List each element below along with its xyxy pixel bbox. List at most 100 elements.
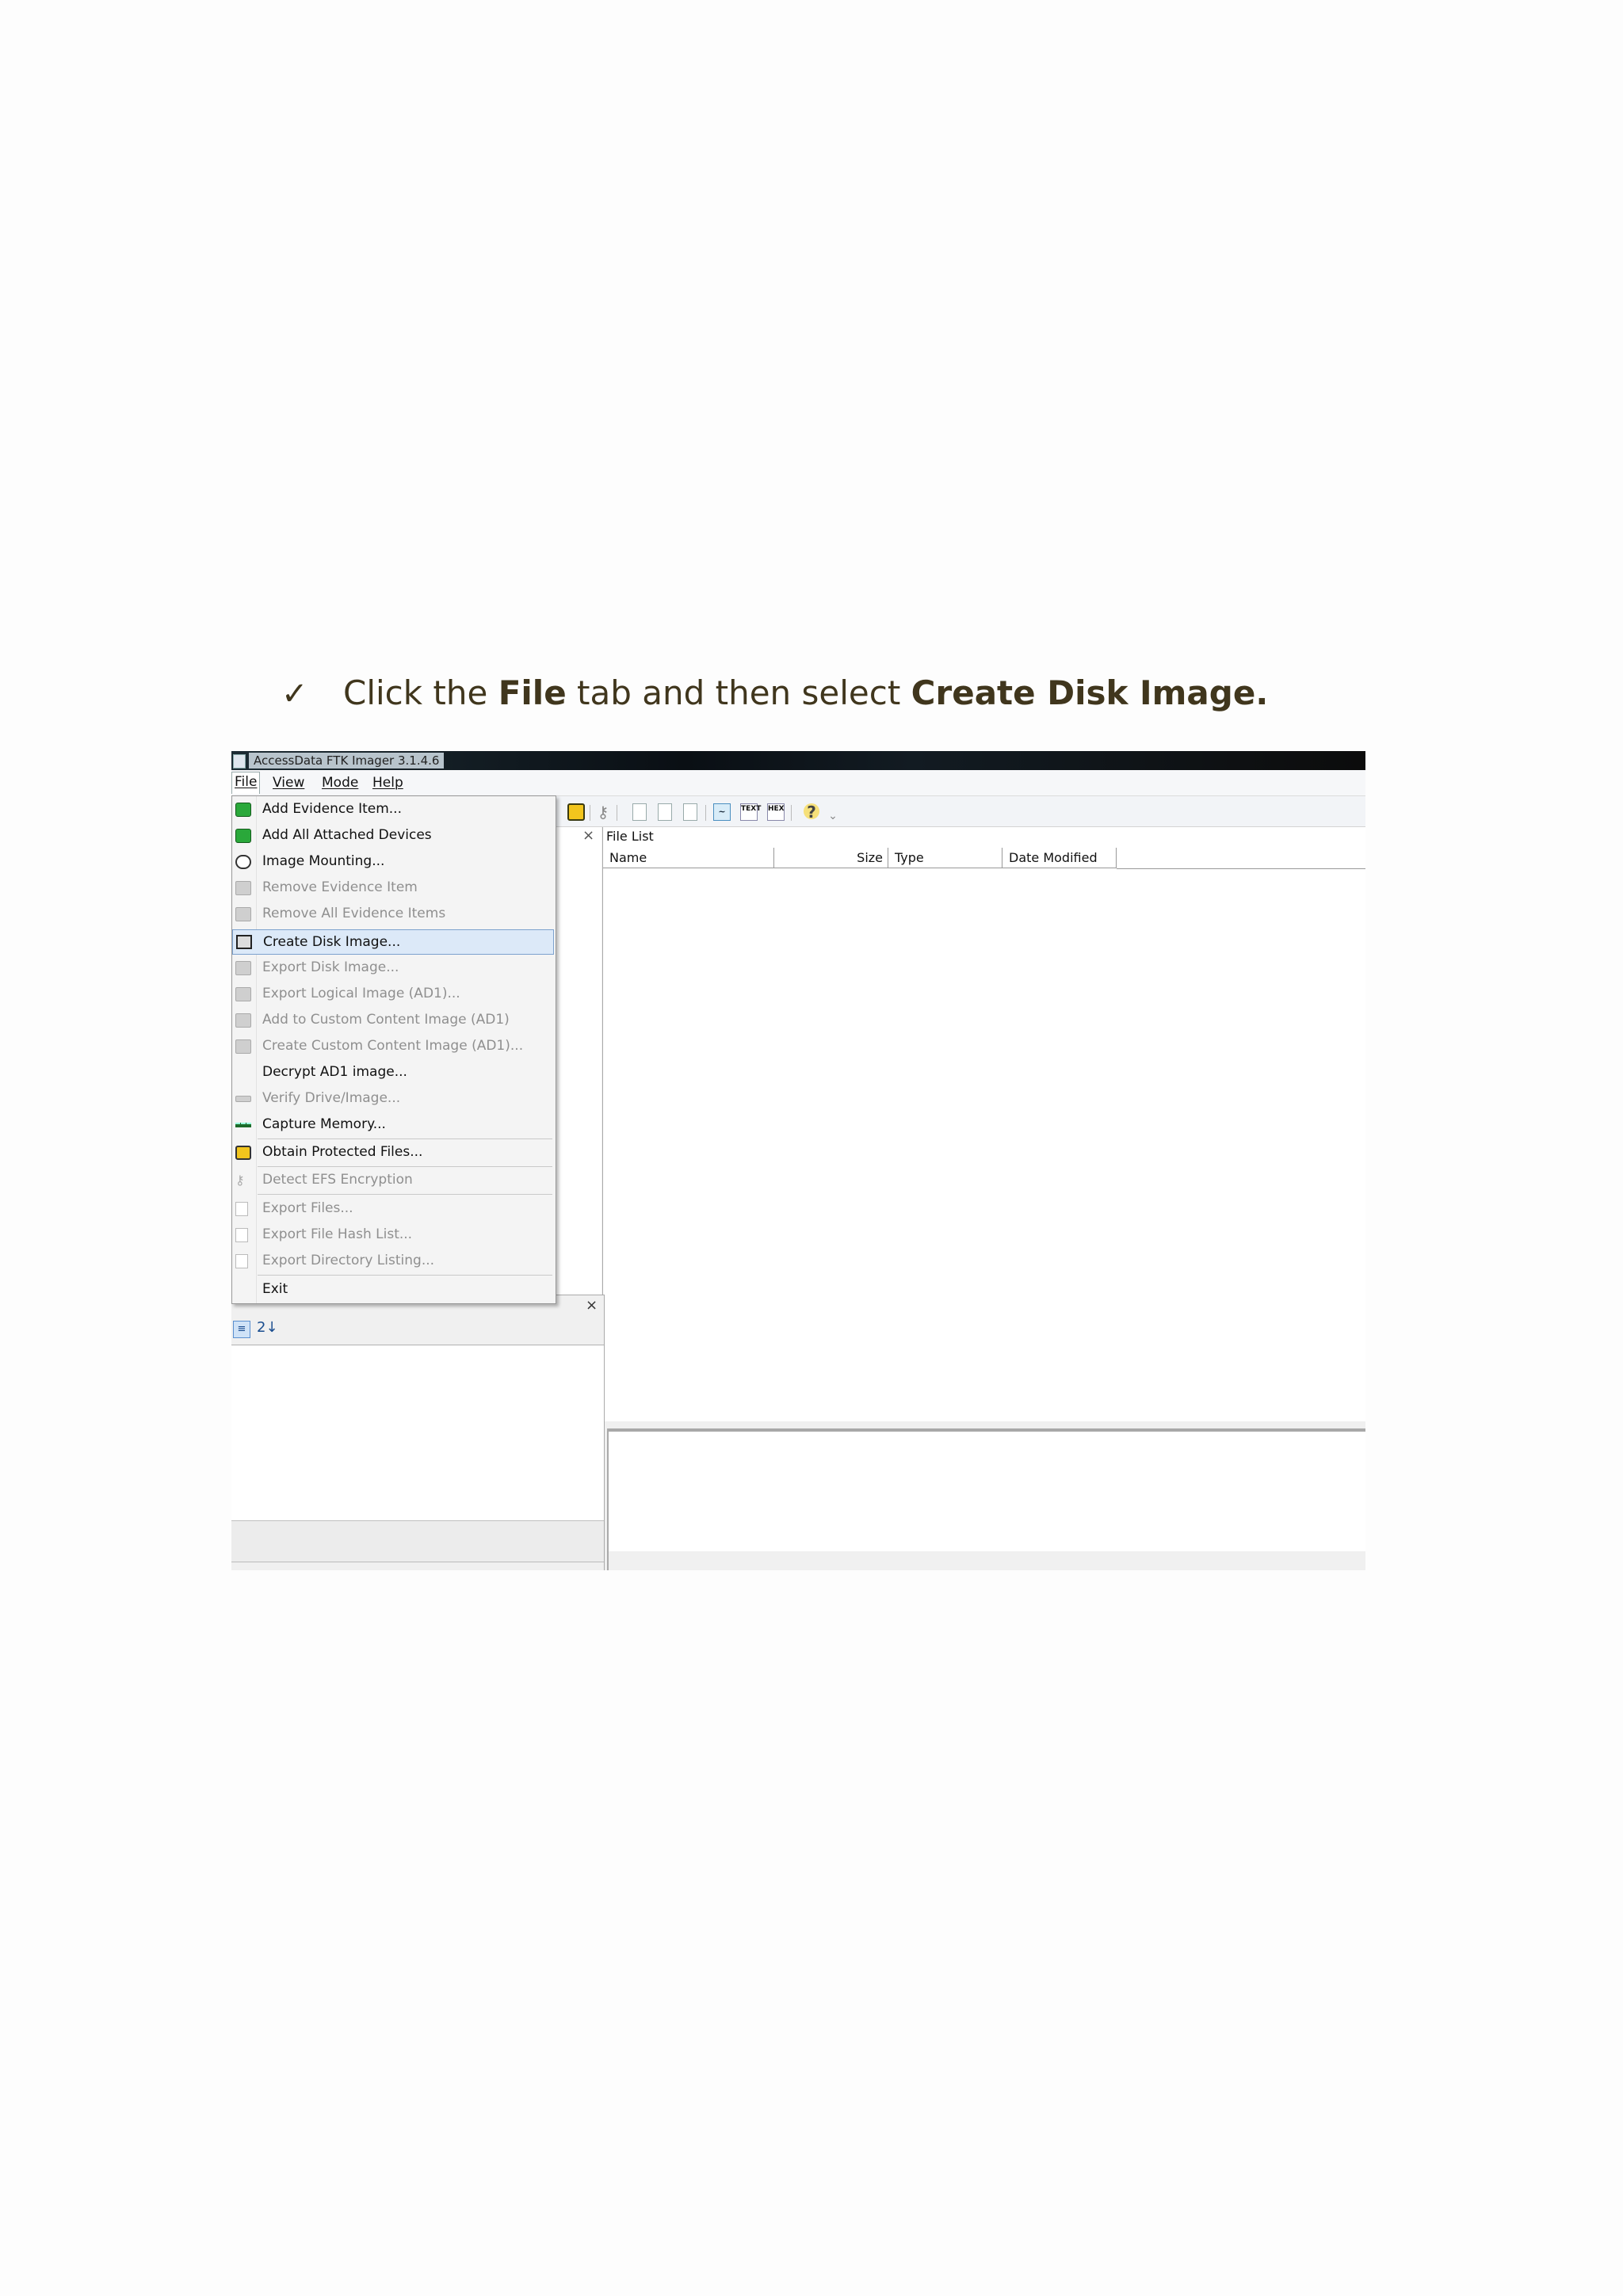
properties-toolbar: ≡ 2↓ (231, 1316, 604, 1345)
remove-evidence-icon (235, 881, 251, 895)
properties-description (231, 1522, 604, 1562)
menu-view[interactable]: View (273, 775, 304, 791)
create-custom-content-icon (235, 1039, 251, 1054)
menu-item-label: Remove All Evidence Items (262, 906, 446, 921)
instruction-file-bold: File (498, 673, 567, 712)
menu-item-label: Export Logical Image (AD1)... (262, 986, 460, 1001)
menu-item-exit[interactable]: Exit (232, 1278, 554, 1302)
dropdown-icon[interactable]: ⌄ (824, 807, 842, 825)
toolbar-separator (705, 805, 706, 821)
column-size[interactable]: Size (774, 848, 888, 868)
app-icon (233, 754, 246, 769)
capture-memory-icon (235, 1123, 251, 1127)
properties-content (231, 1346, 604, 1521)
viewer-status-strip (609, 1551, 1365, 1570)
menu-item-export-logical-image[interactable]: Export Logical Image (AD1)... (232, 982, 554, 1006)
hash-list-icon[interactable] (658, 803, 672, 821)
menu-item-export-files[interactable]: Export Files... (232, 1197, 554, 1221)
add-devices-icon (235, 829, 251, 843)
instruction-prefix: Click the (343, 673, 498, 712)
menu-item-add-evidence[interactable]: Add Evidence Item... (232, 798, 554, 822)
menu-separator (258, 1275, 552, 1276)
export-logical-image-icon (235, 987, 251, 1001)
obtain-files-icon[interactable] (567, 803, 585, 821)
file-list-pane: File List Name Size Type Date Modified (602, 827, 1365, 1421)
export-directory-icon (235, 1254, 248, 1268)
column-filler (1117, 848, 1365, 869)
menu-item-image-mounting[interactable]: Image Mounting... (232, 850, 554, 874)
menu-item-label: Add All Attached Devices (262, 827, 432, 843)
menu-item-detect-efs[interactable]: ⚷ Detect EFS Encryption (232, 1169, 554, 1192)
column-date-modified[interactable]: Date Modified (1002, 848, 1117, 868)
export-disk-image-icon (235, 961, 251, 975)
categorized-icon[interactable]: ≡ (233, 1321, 250, 1338)
menu-item-label: Export Disk Image... (262, 959, 399, 975)
menu-item-export-directory[interactable]: Export Directory Listing... (232, 1249, 554, 1273)
help-icon[interactable]: ? (804, 803, 819, 821)
menu-item-add-custom-content[interactable]: Add to Custom Content Image (AD1) (232, 1009, 554, 1032)
obtain-protected-files-icon (235, 1146, 251, 1160)
menu-item-label: Exit (262, 1281, 288, 1297)
menu-item-label: Remove Evidence Item (262, 879, 418, 895)
sort-alpha-icon[interactable]: 2↓ (257, 1319, 278, 1336)
menu-item-export-disk-image[interactable]: Export Disk Image... (232, 956, 554, 980)
menu-item-label: Add Evidence Item... (262, 801, 402, 817)
file-menu-dropdown: Add Evidence Item... Add All Attached De… (231, 795, 556, 1304)
menu-item-capture-memory[interactable]: Capture Memory... (232, 1113, 554, 1137)
menu-item-verify-drive[interactable]: Verify Drive/Image... (232, 1087, 554, 1111)
column-name[interactable]: Name (603, 848, 774, 868)
menu-mode[interactable]: Mode (322, 775, 358, 791)
add-custom-content-icon (235, 1013, 251, 1028)
menu-item-remove-evidence[interactable]: Remove Evidence Item (232, 876, 554, 900)
menu-item-label: Image Mounting... (262, 853, 385, 869)
menu-item-label: Export File Hash List... (262, 1226, 413, 1242)
image-mounting-icon (235, 855, 251, 869)
toolbar-separator (791, 805, 792, 821)
file-list-title: File List (606, 829, 654, 844)
export-hash-list-icon (235, 1228, 248, 1242)
menu-item-label: Decrypt AD1 image... (262, 1064, 407, 1080)
menu-item-label: Verify Drive/Image... (262, 1090, 401, 1106)
menu-separator (258, 1166, 552, 1167)
menu-file[interactable]: File (231, 772, 260, 794)
checkmark-icon: ✓ (281, 676, 308, 712)
menu-item-create-disk-image[interactable]: Create Disk Image... (232, 929, 554, 955)
window-title: AccessData FTK Imager 3.1.4.6 (249, 753, 445, 769)
directory-listing-icon[interactable] (683, 803, 697, 821)
text-view-icon[interactable]: TEXT (740, 803, 762, 821)
key-icon[interactable]: ⚷ (594, 803, 612, 821)
menu-item-add-all-devices[interactable]: Add All Attached Devices (232, 824, 554, 848)
menu-item-label: Create Custom Content Image (AD1)... (262, 1038, 524, 1054)
instruction-middle: tab and then select (566, 673, 911, 712)
hex-view-icon[interactable]: HEX (767, 803, 785, 821)
title-bar: AccessData FTK Imager 3.1.4.6 (231, 751, 1365, 770)
close-icon[interactable]: × (586, 1297, 598, 1314)
menu-separator (258, 1138, 552, 1139)
menu-item-label: Detect EFS Encryption (262, 1172, 413, 1188)
instruction-create-bold: Create Disk Image. (911, 673, 1269, 712)
export-files-icon (235, 1202, 248, 1216)
properties-pane: × ≡ 2↓ (231, 1295, 605, 1570)
menu-separator (258, 1194, 552, 1195)
menu-item-label: Create Disk Image... (263, 934, 401, 950)
menu-item-remove-all-evidence[interactable]: Remove All Evidence Items (232, 902, 554, 926)
menu-item-decrypt-ad1[interactable]: Decrypt AD1 image... (232, 1061, 554, 1085)
menu-item-create-custom-content[interactable]: Create Custom Content Image (AD1)... (232, 1035, 554, 1058)
export-files-icon[interactable] (632, 803, 647, 821)
menu-item-export-hash-list[interactable]: Export File Hash List... (232, 1223, 554, 1247)
ftk-imager-screenshot: AccessData FTK Imager 3.1.4.6 File View … (231, 751, 1365, 1570)
hex-view-label: HEX (768, 805, 785, 813)
column-type[interactable]: Type (888, 848, 1002, 868)
menu-help[interactable]: Help (372, 775, 403, 791)
text-view-label: TEXT (741, 805, 762, 813)
auto-view-icon[interactable]: ~ (713, 803, 731, 821)
menu-bar: File View Mode Help (231, 770, 1365, 796)
close-icon[interactable]: × (582, 827, 594, 844)
remove-all-evidence-icon (235, 907, 251, 921)
menu-item-obtain-protected-files[interactable]: Obtain Protected Files... (232, 1141, 554, 1165)
menu-item-label: Obtain Protected Files... (262, 1144, 423, 1160)
add-evidence-icon (235, 803, 251, 817)
create-disk-image-icon (236, 935, 252, 949)
viewer-pane (607, 1428, 1365, 1570)
menu-item-label: Capture Memory... (262, 1116, 386, 1132)
